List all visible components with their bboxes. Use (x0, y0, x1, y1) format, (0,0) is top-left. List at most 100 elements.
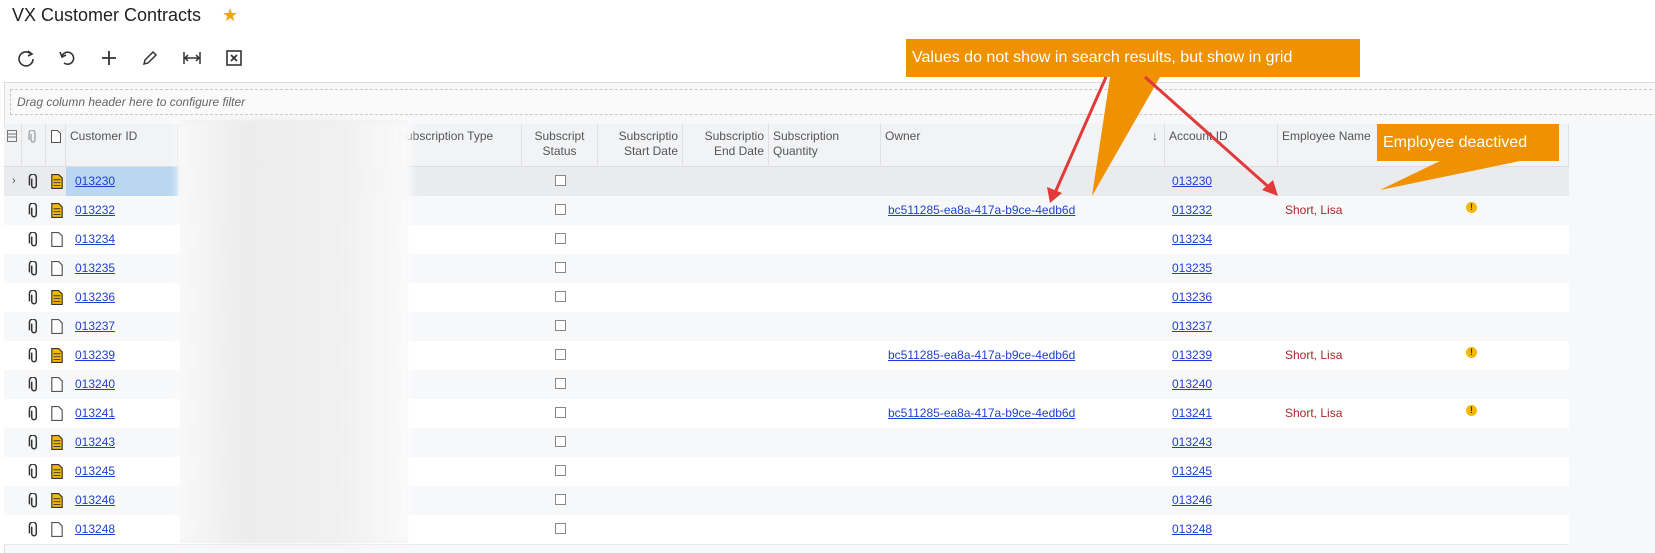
subscript-status-checkbox[interactable] (555, 291, 566, 302)
customer-id-link[interactable]: 013248 (75, 522, 115, 536)
document-icon[interactable] (51, 319, 63, 334)
header-subscription-quantity[interactable]: Subscription Quantity (769, 124, 881, 166)
subscript-status-checkbox[interactable] (555, 523, 566, 534)
account-id-link[interactable]: 013241 (1172, 406, 1212, 420)
paperclip-icon[interactable] (27, 522, 41, 538)
customer-id-link[interactable]: 013230 (75, 174, 115, 188)
note-icon[interactable] (51, 290, 63, 305)
customer-id-link[interactable]: 013243 (75, 435, 115, 449)
paperclip-icon[interactable] (27, 319, 41, 335)
filter-placeholder: Drag column header here to configure fil… (17, 95, 246, 109)
note-icon[interactable] (51, 174, 63, 189)
paperclip-icon (28, 130, 36, 143)
note-icon[interactable] (51, 203, 63, 218)
note-icon[interactable] (51, 493, 63, 508)
subscript-status-checkbox[interactable] (555, 233, 566, 244)
pencil-icon[interactable] (138, 46, 162, 70)
account-id-link[interactable]: 013235 (1172, 261, 1212, 275)
refresh-icon[interactable] (14, 46, 38, 70)
customer-id-link[interactable]: 013237 (75, 319, 115, 333)
paperclip-icon[interactable] (27, 232, 41, 248)
employee-name: Short, Lisa (1285, 348, 1343, 362)
account-id-link[interactable]: 013243 (1172, 435, 1212, 449)
row-selector-header[interactable] (4, 124, 22, 166)
page-title: VX Customer Contracts (12, 5, 202, 25)
customer-id-link[interactable]: 013241 (75, 406, 115, 420)
note-icon[interactable] (51, 435, 63, 450)
owner-link[interactable]: bc511285-ea8a-417a-b9ce-4edb6d (888, 348, 1075, 362)
paperclip-icon[interactable] (27, 377, 41, 393)
fit-width-icon[interactable] (180, 46, 204, 70)
account-id-link[interactable]: 013232 (1172, 203, 1212, 217)
paperclip-icon[interactable] (27, 493, 41, 509)
excel-icon[interactable] (222, 46, 246, 70)
employee-name (1278, 167, 1458, 196)
filter-dropzone[interactable]: Drag column header here to configure fil… (10, 89, 1655, 115)
customer-id-link[interactable]: 013232 (75, 203, 115, 217)
row-expand-icon[interactable]: › (12, 175, 16, 187)
subscript-status-checkbox[interactable] (555, 494, 566, 505)
account-id-link[interactable]: 013248 (1172, 522, 1212, 536)
subscript-status-checkbox[interactable] (555, 175, 566, 186)
customer-id-link[interactable]: 013236 (75, 290, 115, 304)
document-icon[interactable] (51, 232, 63, 247)
customer-id-link[interactable]: 013234 (75, 232, 115, 246)
undo-icon[interactable] (55, 46, 79, 70)
paperclip-icon[interactable] (27, 406, 41, 422)
customer-id-link[interactable]: 013245 (75, 464, 115, 478)
header-customer-id[interactable]: Customer ID (66, 124, 178, 166)
subscript-status-checkbox[interactable] (555, 407, 566, 418)
header-subscriptio-start-date[interactable]: Subscriptio Start Date (598, 124, 683, 166)
paperclip-icon[interactable] (27, 174, 41, 190)
warning-icon[interactable]: ! (1466, 347, 1477, 358)
account-id-link[interactable]: 013246 (1172, 493, 1212, 507)
account-id-link[interactable]: 013237 (1172, 319, 1212, 333)
subscript-status-checkbox[interactable] (555, 436, 566, 447)
document-icon[interactable] (51, 377, 63, 392)
employee-name (1278, 457, 1458, 486)
header-owner[interactable]: Owner ↓ (881, 124, 1165, 166)
customer-id-link[interactable]: 013240 (75, 377, 115, 391)
paperclip-icon[interactable] (27, 290, 41, 306)
account-id-link[interactable]: 013239 (1172, 348, 1212, 362)
paperclip-icon[interactable] (27, 261, 41, 277)
plus-icon[interactable] (97, 46, 121, 70)
subscript-status-checkbox[interactable] (555, 465, 566, 476)
callout-employee: Employee deactived (1377, 124, 1559, 161)
warning-icon[interactable]: ! (1466, 202, 1477, 213)
owner-link[interactable]: bc511285-ea8a-417a-b9ce-4edb6d (888, 203, 1075, 217)
attachment-column-header[interactable] (22, 124, 46, 166)
subscript-status-checkbox[interactable] (555, 320, 566, 331)
account-id-link[interactable]: 013230 (1172, 174, 1212, 188)
owner-link[interactable]: bc511285-ea8a-417a-b9ce-4edb6d (888, 406, 1075, 420)
header-subscriptio-end-date[interactable]: Subscriptio End Date (683, 124, 769, 166)
paperclip-icon[interactable] (27, 348, 41, 364)
paperclip-icon[interactable] (27, 203, 41, 219)
account-id-link[interactable]: 013234 (1172, 232, 1212, 246)
header-subscript-status[interactable]: Subscript Status (522, 124, 598, 166)
paperclip-icon[interactable] (27, 435, 41, 451)
subscript-status-checkbox[interactable] (555, 349, 566, 360)
employee-name (1278, 312, 1458, 341)
customer-id-link[interactable]: 013235 (75, 261, 115, 275)
customer-id-link[interactable]: 013239 (75, 348, 115, 362)
account-id-link[interactable]: 013245 (1172, 464, 1212, 478)
account-id-link[interactable]: 013236 (1172, 290, 1212, 304)
warning-icon[interactable]: ! (1466, 405, 1477, 416)
sort-descending-icon: ↓ (1152, 129, 1158, 143)
subscript-status-checkbox[interactable] (555, 378, 566, 389)
document-icon[interactable] (51, 261, 63, 276)
subscript-status-checkbox[interactable] (555, 204, 566, 215)
star-icon[interactable]: ★ (222, 5, 238, 26)
note-icon[interactable] (51, 464, 63, 479)
note-column-header[interactable] (46, 124, 66, 166)
customer-id-link[interactable]: 013246 (75, 493, 115, 507)
document-icon[interactable] (51, 522, 63, 537)
employee-name (1278, 283, 1458, 312)
document-icon[interactable] (51, 406, 63, 421)
subscript-status-checkbox[interactable] (555, 262, 566, 273)
account-id-link[interactable]: 013240 (1172, 377, 1212, 391)
note-icon[interactable] (51, 348, 63, 363)
header-account-id[interactable]: Account ID (1165, 124, 1278, 166)
paperclip-icon[interactable] (27, 464, 41, 480)
